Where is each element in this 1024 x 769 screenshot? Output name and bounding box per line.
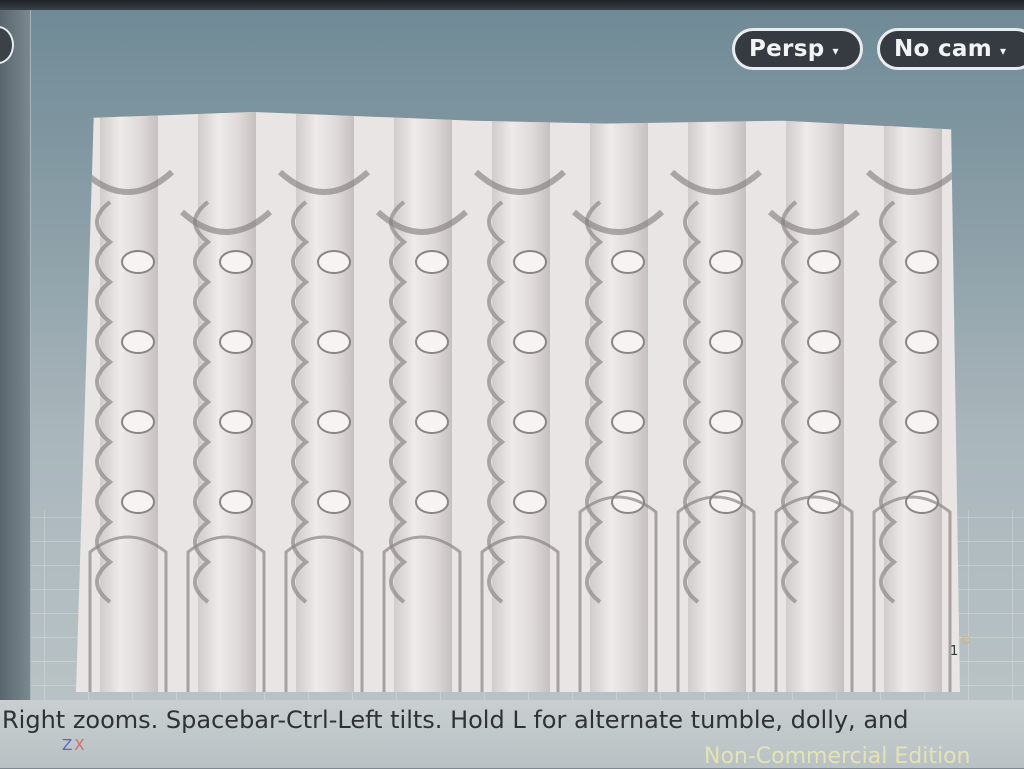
chevron-down-icon: ▾ [832, 44, 839, 58]
camera-view-label: Persp [749, 36, 825, 62]
relief-column [571, 112, 665, 692]
axis-gizmo: ZX [62, 736, 87, 754]
edition-watermark: Non-Commercial Edition [704, 744, 971, 769]
status-hint-text: Right zooms. Spacebar-Ctrl-Left tilts. H… [2, 706, 909, 734]
relief-column [669, 112, 763, 692]
viewport-corner-marker [962, 636, 970, 644]
chevron-down-icon: ▾ [999, 44, 1007, 58]
camera-view-menu[interactable]: Persp ▾ [732, 28, 863, 70]
displaced-surface-model[interactable] [76, 112, 960, 692]
relief-column [277, 112, 371, 692]
relief-column [865, 112, 959, 692]
viewport-corner-label: 1 [950, 644, 959, 659]
relief-column [375, 112, 469, 692]
relief-column [81, 112, 175, 692]
camera-select-menu[interactable]: No cam ▾ [877, 28, 1024, 70]
screen-bezel [0, 0, 1024, 10]
axis-z-label: Z [62, 736, 75, 754]
relief-column [179, 112, 273, 692]
camera-select-label: No cam [894, 36, 992, 62]
relief-column [473, 112, 567, 692]
model-relief [81, 112, 959, 692]
axis-x-label: X [74, 736, 87, 754]
left-panel-edge [0, 10, 31, 710]
relief-column [767, 112, 861, 692]
